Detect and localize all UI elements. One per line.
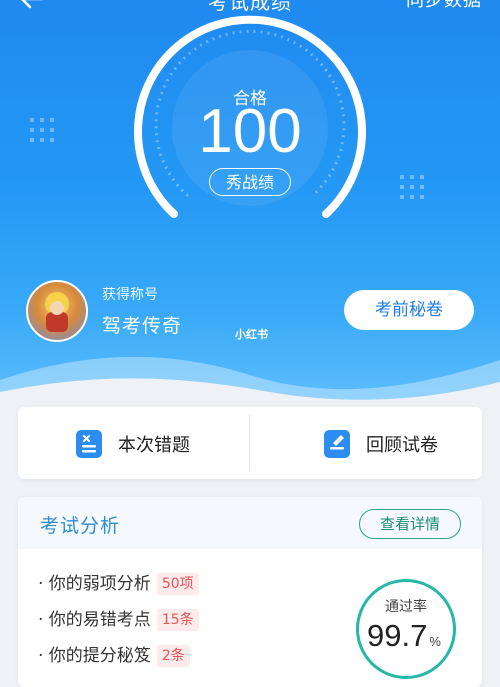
analysis-item-count: 50项 [156, 573, 199, 595]
wrong-questions-icon [76, 430, 102, 458]
analysis-header: 考试分析 查看详情 [18, 497, 482, 549]
pass-rate-ring: 通过率 99.7% [356, 579, 456, 679]
achievement-label: 获得称号 [102, 287, 158, 303]
pass-rate-label: 通过率 [385, 599, 427, 615]
analysis-item[interactable]: · 你的易错考点 15条 [38, 605, 199, 631]
analysis-item[interactable]: · 你的弱项分析 50项 [38, 569, 199, 595]
review-paper-button[interactable]: 回顾试卷 [250, 407, 482, 479]
view-details-button[interactable]: 查看详情 [359, 509, 461, 539]
analysis-title: 考试分析 [40, 515, 121, 537]
wrong-questions-label: 本次错题 [118, 435, 190, 456]
pre-exam-paper-button[interactable]: 考前秘卷 [344, 290, 474, 330]
action-card: 本次错题 回顾试卷 [18, 407, 482, 479]
analysis-item[interactable]: · 你的提分秘笈 2条 [38, 641, 190, 667]
review-paper-label: 回顾试卷 [366, 435, 438, 456]
wrong-questions-button[interactable]: 本次错题 [18, 407, 250, 479]
review-paper-icon [324, 430, 350, 458]
score-hero: 合格 100 秀战绩 获得称号 驾考传奇 小红书 考前秘卷 考试成绩 同步数据 [0, 0, 500, 420]
analysis-item-count: 15条 [156, 609, 199, 631]
decor-dots [400, 175, 424, 199]
sync-data-button[interactable]: 同步数据 [406, 0, 482, 12]
score-value: 100 [198, 97, 302, 166]
analysis-item-count: 2条 [156, 645, 190, 667]
exam-analysis-card: 考试分析 查看详情 · 你的弱项分析 50项 · 你的易错考点 15条 · 你的提分… [18, 497, 482, 687]
analysis-item-text: · 你的易错考点 [38, 610, 151, 630]
show-record-button[interactable]: 秀战绩 [209, 168, 291, 196]
analysis-item-text: · 你的提分秘笈 [38, 646, 151, 666]
analysis-item-text: · 你的弱项分析 [38, 574, 151, 594]
top-bar: 考试成绩 同步数据 [0, 0, 500, 16]
pass-rate-value: 99.7% [367, 618, 441, 653]
